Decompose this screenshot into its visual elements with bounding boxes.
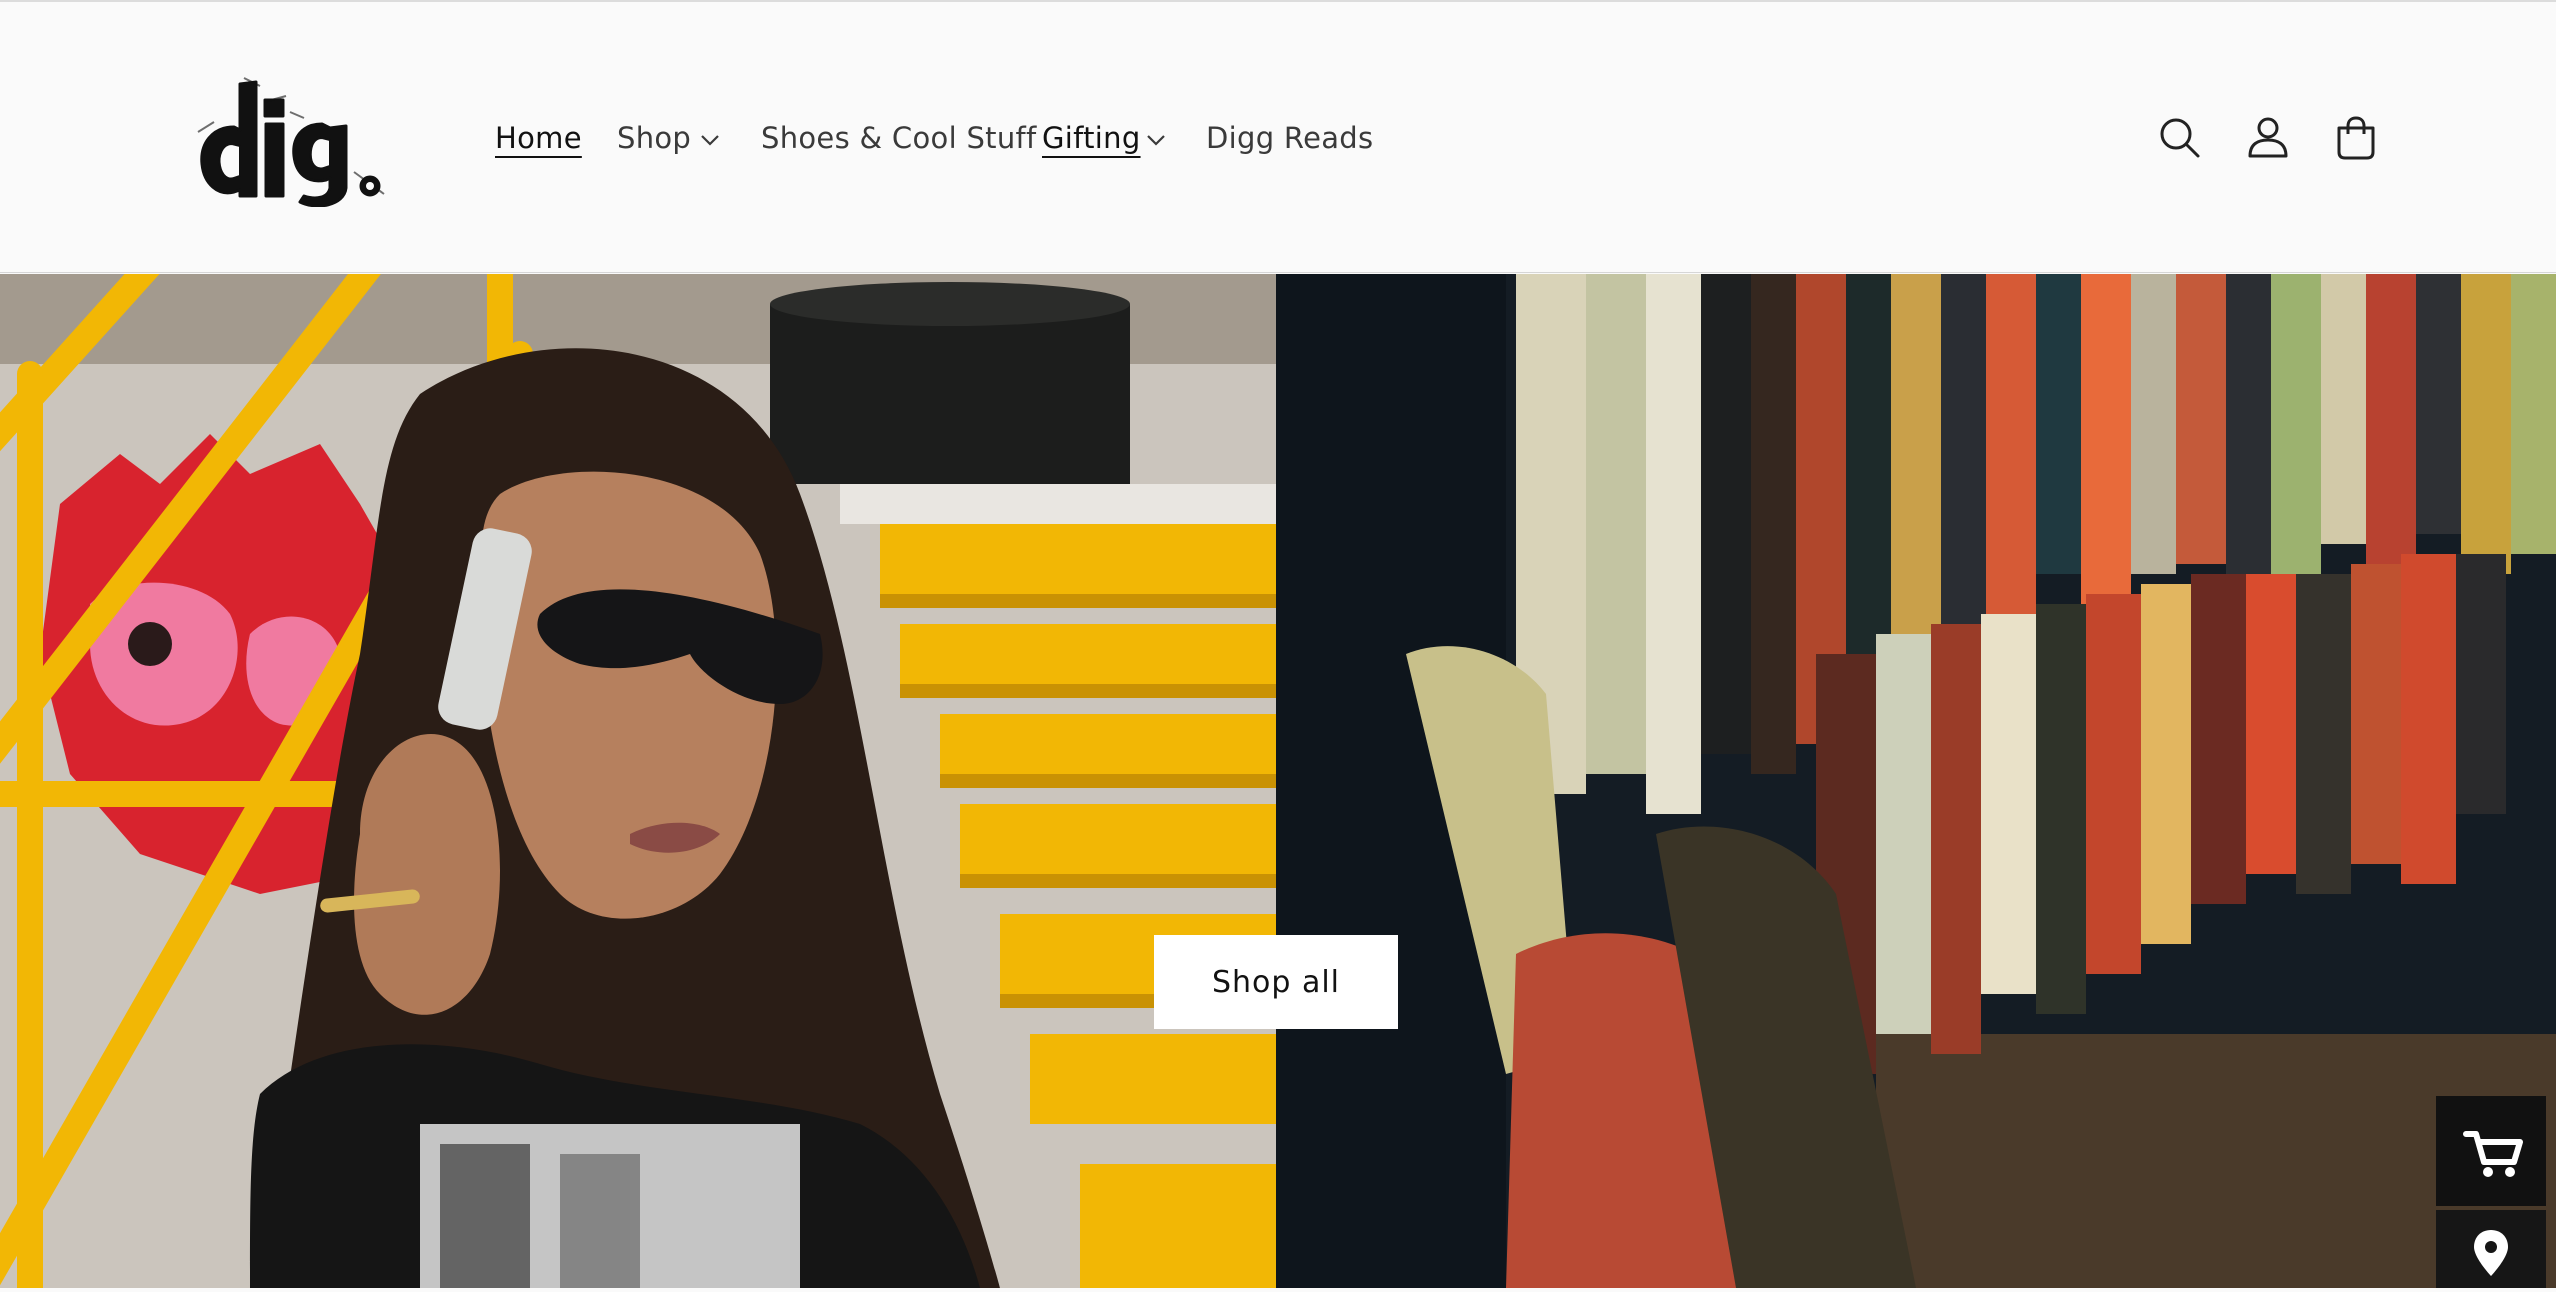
clothing-racks-image — [1276, 274, 2556, 1288]
site-header: Home Shop Shoes & Cool Stuff Gifting Dig… — [0, 0, 2556, 273]
nav-shoes-cool-stuff[interactable]: Shoes & Cool Stuff — [761, 119, 1037, 157]
woman-on-stairs-image — [0, 274, 1276, 1288]
chevron-down-icon[interactable] — [698, 128, 722, 152]
shop-all-button[interactable]: Shop all — [1154, 935, 1398, 1029]
cart-icon — [2463, 1131, 2523, 1177]
hero-image-left — [0, 274, 1276, 1288]
floating-location-widget[interactable] — [2436, 1210, 2546, 1288]
search-icon[interactable] — [2152, 110, 2208, 166]
location-pin-icon — [2474, 1230, 2508, 1276]
hero-banner: Shop all — [0, 274, 2556, 1288]
nav-digg-reads[interactable]: Digg Reads — [1206, 119, 1373, 157]
chevron-down-icon[interactable] — [1144, 128, 1168, 152]
nav-shop[interactable]: Shop — [617, 119, 691, 157]
hero-image-right — [1276, 274, 2556, 1288]
nav-gifting[interactable]: Gifting — [1042, 119, 1141, 157]
nav-home[interactable]: Home — [495, 119, 582, 157]
cart-icon[interactable] — [2328, 110, 2384, 166]
account-icon[interactable] — [2240, 110, 2296, 166]
floating-cart-widget[interactable] — [2436, 1096, 2546, 1206]
